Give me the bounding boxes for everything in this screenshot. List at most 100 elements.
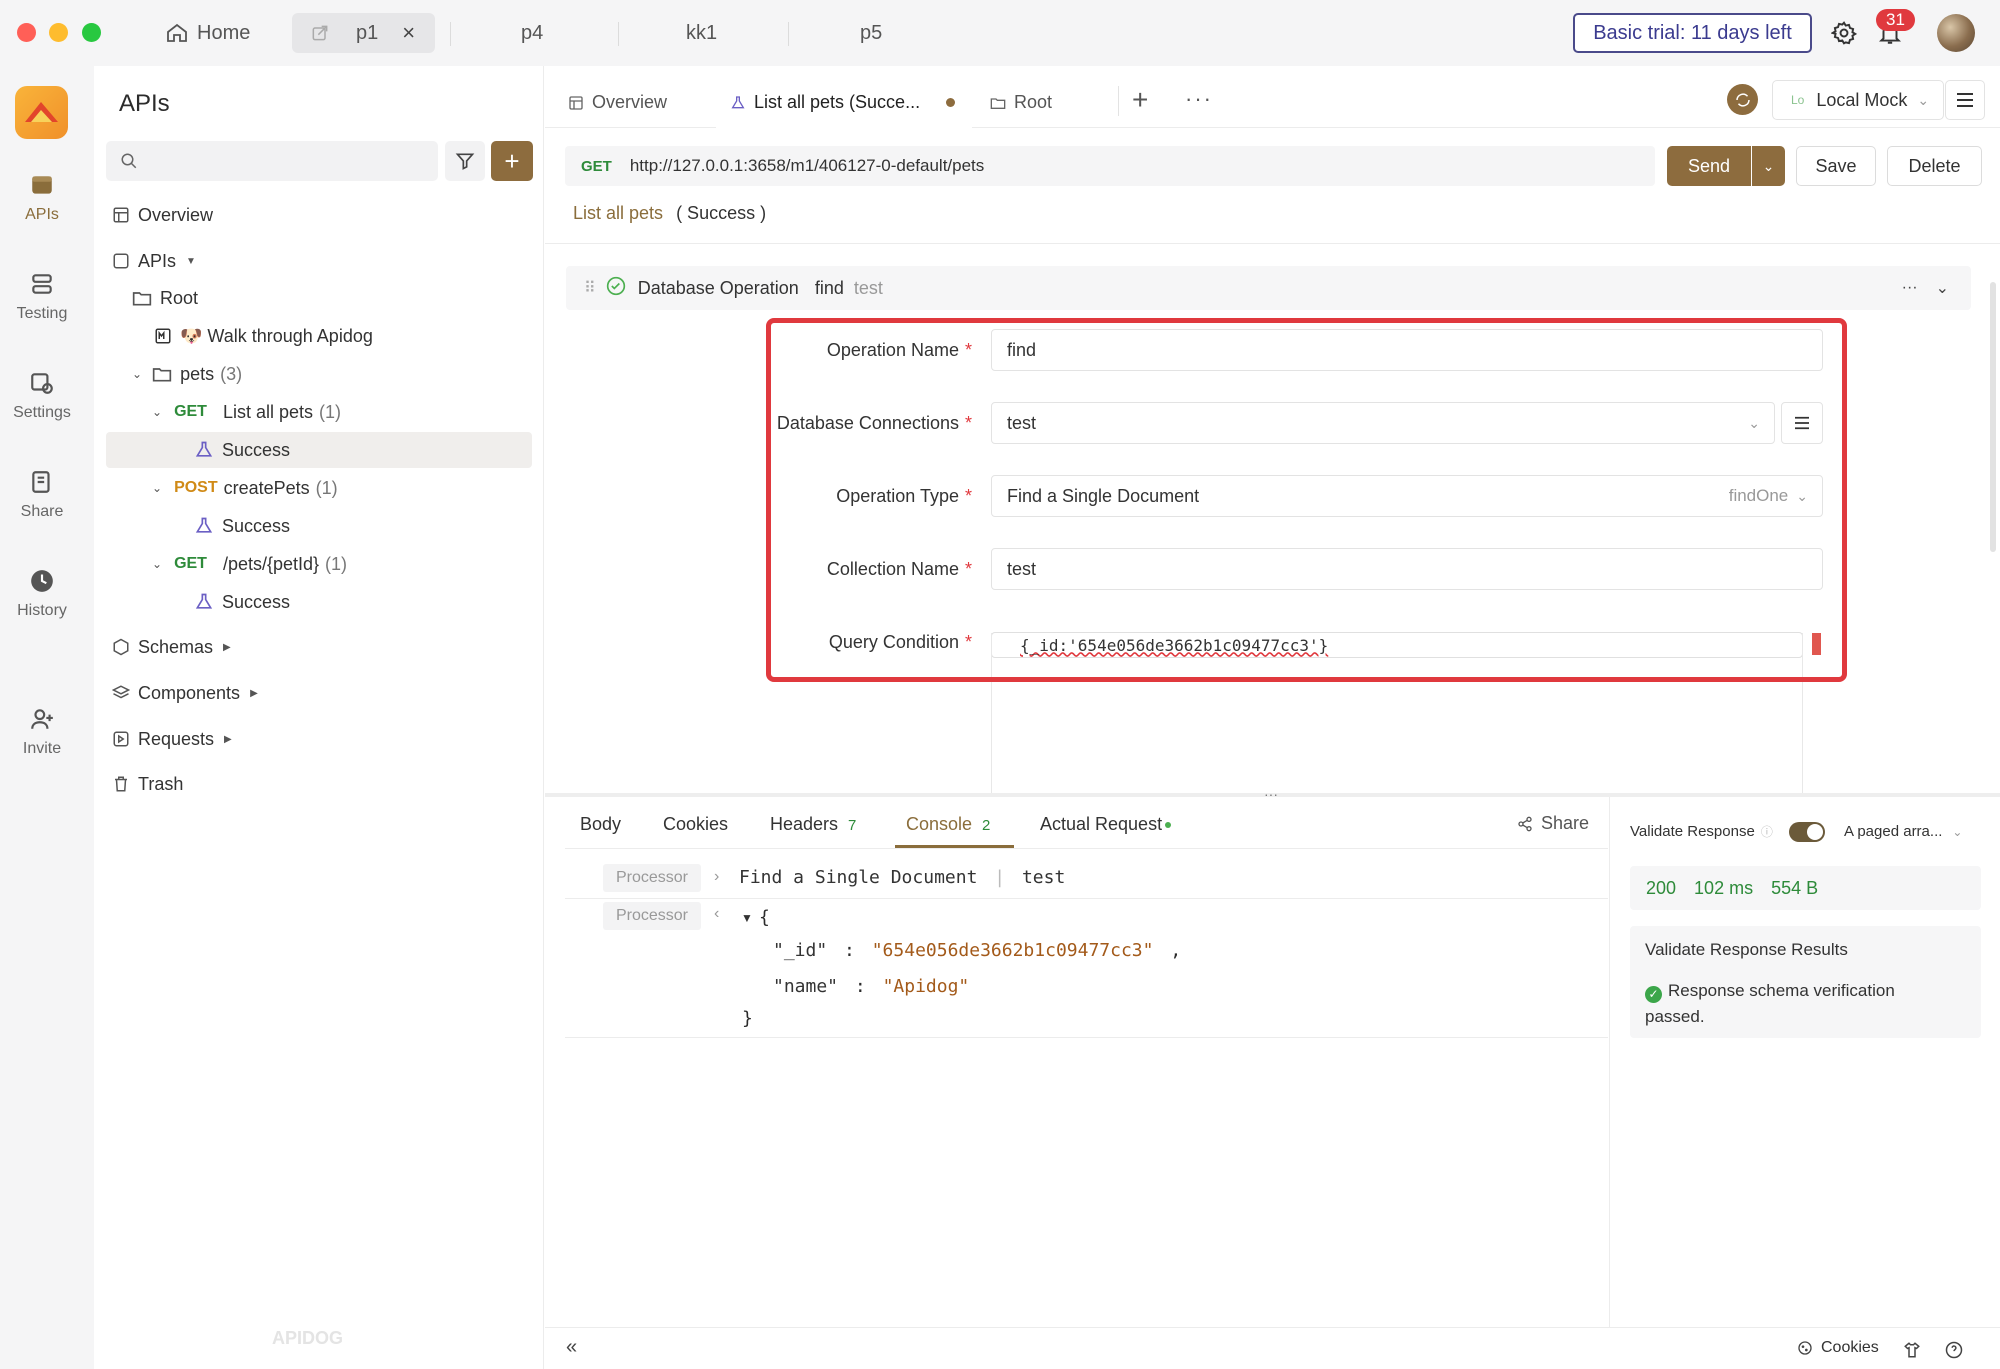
tree-item-success-3[interactable]: Success [194,587,290,617]
menu-button[interactable] [1945,80,1985,120]
maximize-window-button[interactable] [82,23,101,42]
tab-overview[interactable]: Overview [568,92,667,113]
share-icon [1517,816,1533,832]
breadcrumb: List all pets ( Success ) [573,203,767,223]
window-tab-p4[interactable]: p4 [521,13,543,53]
plus-icon: + [504,145,520,176]
cube-icon [112,638,130,656]
gear-icon[interactable] [1830,20,1858,51]
response-time: 102 ms [1694,877,1754,898]
rail-item-testing[interactable]: Testing [0,271,84,323]
save-button[interactable]: Save [1796,146,1876,186]
collapse-triangle-icon[interactable]: ▼ [741,911,753,925]
add-tab-button[interactable]: + [1132,84,1148,116]
cookies-button[interactable]: Cookies [1797,1339,1879,1357]
breadcrumb-link[interactable]: List all pets [573,203,663,223]
minimize-window-button[interactable] [49,23,68,42]
rail-item-share[interactable]: Share [0,469,84,521]
chevron-down-icon: ⌄ [1917,91,1930,108]
check-circle-icon[interactable] [606,276,626,301]
chevron-down-icon[interactable]: ⌄ [132,367,142,381]
tab-actual-request[interactable]: Actual Request [1040,814,1172,835]
tree-item-success-1[interactable]: Success [194,435,290,465]
tree-item-walkthrough[interactable]: 🐶 Walk through Apidog [154,321,373,351]
resize-handle-icon[interactable]: ··· [1264,786,1278,802]
chevron-down-icon[interactable]: ⌄ [152,557,162,571]
tree-item-pet-by-id[interactable]: ⌄ GET /pets/{petId} (1) [152,549,347,579]
share-button[interactable]: Share [1517,813,1589,834]
sidebar-item-overview[interactable]: Overview [112,200,213,230]
sidebar-item-components[interactable]: Components ▶ [112,678,258,708]
delete-button[interactable]: Delete [1887,146,1982,186]
send-button[interactable]: Send [1667,146,1751,186]
response-size: 554 B [1771,877,1819,898]
apis-folder-icon [112,252,130,270]
tab-headers[interactable]: Headers 7 [770,814,856,835]
tree-item-root[interactable]: Root [132,283,198,313]
window-tab-p1[interactable]: p1 × [292,13,435,53]
unsaved-dot [946,98,956,107]
validate-response-toggle[interactable] [1789,822,1825,842]
avatar[interactable] [1937,14,1975,52]
layers-icon [112,684,130,702]
notification-badge: 31 [1876,9,1915,31]
shirt-icon[interactable] [1903,1341,1921,1364]
rail-item-settings[interactable]: Settings [0,370,84,422]
chevron-down-icon[interactable]: ⌄ [152,481,162,495]
send-options-button[interactable]: ⌄ [1752,146,1785,186]
tab-list-all-pets[interactable]: List all pets (Succe... [730,92,956,113]
tree-item-list-all-pets[interactable]: ⌄ GET List all pets (1) [152,397,341,427]
tab-body[interactable]: Body [580,814,621,835]
sidebar-item-trash[interactable]: Trash [112,769,183,799]
trial-button[interactable]: Basic trial: 11 days left [1573,13,1812,53]
add-button[interactable]: + [491,141,533,181]
tab-cookies[interactable]: Cookies [663,814,728,835]
environment-select[interactable]: Lo Local Mock ⌄ [1772,80,1944,120]
sidebar-item-schemas[interactable]: Schemas ▶ [112,632,231,662]
sidebar-item-requests[interactable]: Requests ▶ [112,724,232,754]
drag-handle-icon[interactable]: ⠿ [584,278,596,298]
database-operation-header[interactable]: ⠿ Database Operation find test ··· ⌄ [566,266,1971,310]
collapse-sidebar-icon[interactable]: « [566,1336,577,1359]
info-icon: ⓘ [1760,825,1773,839]
schema-select[interactable]: A paged arra... ⌄ [1844,823,1962,840]
tab-root[interactable]: Root [990,92,1052,113]
sidebar-title: APIs [119,90,170,117]
status-code: 200 [1646,877,1677,898]
search-input[interactable] [106,141,438,181]
chevron-left-icon[interactable]: ‹ [714,905,719,923]
sidebar-item-apis[interactable]: APIs ▼ [112,246,196,276]
close-tab-icon[interactable]: × [402,20,415,46]
window-tab-p5[interactable]: p5 [860,13,882,53]
tab-console[interactable]: Console 2 [906,814,990,835]
console-line-1: Find a Single Document | test [739,867,1066,888]
rail-item-invite[interactable]: Invite [0,706,84,758]
help-icon[interactable] [1945,1341,1963,1364]
window-tab-home[interactable]: Home [165,13,250,53]
window-tab-kk1[interactable]: kk1 [686,13,717,53]
more-tabs-icon[interactable]: ··· [1185,86,1213,112]
rail-item-apis[interactable]: APIs [0,172,84,224]
caret-right-icon: ▶ [224,733,232,745]
scrollbar[interactable] [1990,282,1996,552]
close-window-button[interactable] [17,23,36,42]
tree-item-create-pets[interactable]: ⌄ POST createPets (1) [152,473,338,503]
caret-down-icon: ▼ [186,255,196,267]
apidog-logo [15,86,68,139]
status-bar [545,1327,2000,1369]
chevron-right-icon[interactable]: › [714,868,719,886]
filter-button[interactable] [445,141,485,181]
chevron-down-icon[interactable]: ⌄ [1936,278,1949,298]
caret-right-icon: ▶ [250,687,258,699]
more-options-icon[interactable]: ··· [1902,279,1918,297]
rail-item-history[interactable]: History [0,568,84,620]
url-input[interactable]: GET http://127.0.0.1:3658/m1/406127-0-de… [565,146,1655,186]
tree-item-success-2[interactable]: Success [194,511,290,541]
example-icon [194,516,214,536]
tree-item-pets[interactable]: ⌄ pets (3) [132,359,242,389]
folder-icon [990,95,1006,111]
sync-icon[interactable] [1727,84,1758,115]
caret-right-icon: ▶ [223,641,231,653]
processor-badge: Processor [603,864,701,892]
chevron-down-icon[interactable]: ⌄ [152,405,162,419]
